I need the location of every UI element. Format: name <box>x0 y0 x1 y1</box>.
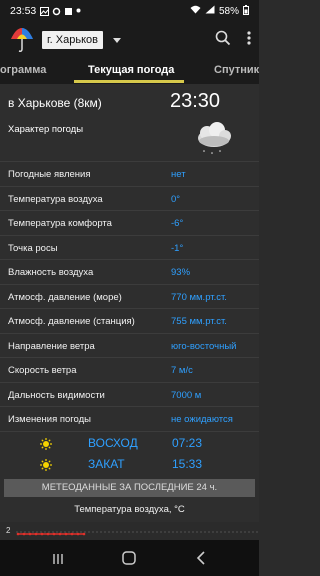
city-name: г. Харьков <box>42 31 103 49</box>
battery-percent: 58% <box>218 5 239 17</box>
weather-row: Погодные явления нет <box>0 162 259 187</box>
sun-times: ВОСХОД 07:23 ЗАКАТ 15:33 <box>0 432 259 476</box>
app-bar: г. Харьков <box>0 22 259 58</box>
home-icon[interactable] <box>122 551 136 570</box>
weather-row: Точка росы -1° <box>0 236 259 260</box>
status-time: 23:53 <box>10 5 37 17</box>
meteo-24h-header: МЕТЕОДАННЫЕ ЗА ПОСЛЕДНИЕ 24 ч. <box>4 479 255 497</box>
weather-row: Скорость ветра 7 м/с <box>0 358 259 383</box>
status-bar: 23:53 58% <box>0 0 259 22</box>
current-header: в Харькове (8км) 23:30 <box>0 84 259 118</box>
weather-row: Температура комфорта -6° <box>0 211 259 236</box>
weather-row: Атмосф. давление (станция) 755 мм.рт.ст. <box>0 309 259 334</box>
tab-indicator <box>74 80 184 83</box>
sunrise-label: ВОСХОД <box>88 436 138 450</box>
row-label: Температура воздуха <box>8 193 103 205</box>
tab-bar: ограмма Текущая погода Спутник <box>0 58 259 84</box>
row-label: Влажность воздуха <box>8 267 94 278</box>
row-value: не ожидаются <box>171 414 233 425</box>
battery-icon <box>243 4 249 18</box>
sun-icon <box>40 458 52 471</box>
tab-satellite[interactable]: Спутник <box>214 64 259 76</box>
weather-row: Изменения погоды не ожидаются <box>0 407 259 432</box>
row-value: нет <box>171 169 186 180</box>
chevron-down-icon <box>112 37 121 43</box>
row-value: -6° <box>171 218 184 229</box>
weather-row: Влажность воздуха 93% <box>0 260 259 285</box>
weather-character-label: Характер погоды <box>8 124 84 135</box>
weather-row: Направление ветра юго-восточный <box>0 334 259 358</box>
weather-row: Атмосф. давление (море) 770 мм.рт.ст. <box>0 285 259 309</box>
row-label: Дальность видимости <box>8 389 105 401</box>
row-label: Температура комфорта <box>8 218 112 229</box>
weather-row: Температура воздуха 0° <box>0 187 259 211</box>
row-value: 7000 м <box>171 389 202 401</box>
search-icon[interactable] <box>215 30 231 51</box>
sunset-time: 15:33 <box>172 457 203 471</box>
row-label: Атмосф. давление (море) <box>8 291 122 303</box>
app-logo-umbrella-icon <box>8 26 36 54</box>
notification-app-icon <box>64 7 73 15</box>
tab-forecast[interactable]: ограмма <box>0 64 46 76</box>
row-value: -1° <box>171 242 184 254</box>
current-weather-panel: в Харькове (8км) 23:30 Характер погоды П… <box>0 84 259 522</box>
row-label: Точка росы <box>8 242 58 254</box>
tab-current-weather[interactable]: Текущая погода <box>88 64 174 76</box>
notification-settings-icon <box>52 7 61 16</box>
recent-apps-icon[interactable] <box>52 552 64 570</box>
back-icon[interactable] <box>196 551 206 570</box>
notification-gallery-icon <box>40 7 50 16</box>
row-label: Погодные явления <box>8 169 91 180</box>
more-options-icon[interactable] <box>247 30 251 50</box>
weather-character-row: Характер погоды <box>0 118 259 162</box>
temperature-chart-title: Температура воздуха, °С <box>74 504 185 515</box>
wifi-icon <box>190 5 201 17</box>
city-selector[interactable]: г. Харьков <box>42 29 121 51</box>
location-label: в Харькове (8км) <box>8 96 102 110</box>
row-label: Атмосф. давление (станция) <box>8 316 135 327</box>
row-value: 0° <box>171 193 181 205</box>
sunset-label: ЗАКАТ <box>88 457 125 471</box>
row-label: Скорость ветра <box>8 365 77 376</box>
cloudy-night-icon <box>192 118 236 163</box>
row-value: 755 мм.рт.ст. <box>171 316 227 327</box>
row-value: 7 м/с <box>171 365 193 376</box>
signal-icon <box>205 5 215 17</box>
row-value: 93% <box>171 267 191 278</box>
notification-dot-icon <box>76 7 84 15</box>
sunrise-time: 07:23 <box>172 436 203 450</box>
row-label: Изменения погоды <box>8 414 91 425</box>
chart-plot <box>16 531 259 536</box>
row-value: юго-восточный <box>171 340 237 352</box>
row-value: 770 мм.рт.ст. <box>171 291 227 303</box>
observation-time: 23:30 <box>170 90 221 112</box>
sunset-line: ЗАКАТ 15:33 <box>0 455 259 475</box>
weather-row: Дальность видимости 7000 м <box>0 383 259 407</box>
row-label: Направление ветра <box>8 340 95 352</box>
sun-icon <box>40 437 52 450</box>
system-nav-bar <box>0 540 259 576</box>
sunrise-line: ВОСХОД 07:23 <box>0 434 259 454</box>
